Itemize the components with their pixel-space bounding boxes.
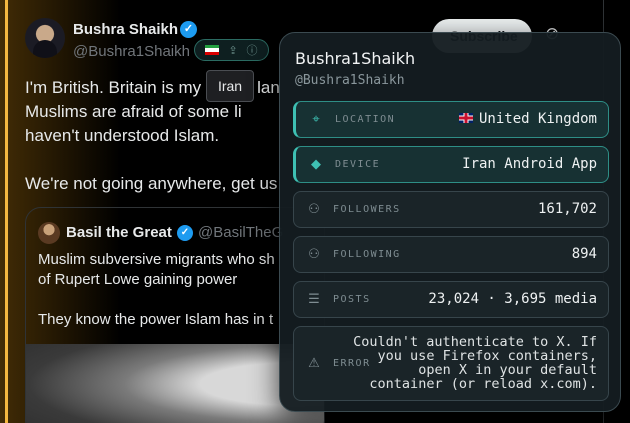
row-label: FOLLOWERS: [333, 204, 401, 215]
row-value: 23,024 · 3,695 media: [428, 291, 597, 307]
card-handle: @Bushra1Shaikh: [295, 73, 405, 88]
posts-row: ☰ POSTS 23,024 · 3,695 media: [293, 281, 609, 318]
users-icon: ⚇: [308, 202, 320, 217]
author-name[interactable]: Bushra Shaikh: [73, 21, 178, 38]
error-row: ⚠ ERROR Couldn't authenticate to X. If y…: [293, 326, 609, 401]
followers-row: ⚇ FOLLOWERS 161,702: [293, 191, 609, 228]
uk-flag-icon: [458, 113, 473, 123]
row-value: United Kingdom: [458, 111, 597, 127]
highlight-bar: [5, 0, 8, 423]
tweet-line: We're not going anywhere, get us: [25, 174, 278, 193]
list-icon: ☰: [308, 292, 320, 307]
verified-badge-icon: ✓: [177, 225, 193, 241]
row-label: LOCATION: [335, 114, 396, 125]
warning-icon: ⚠: [308, 356, 320, 371]
android-icon: ◆: [311, 157, 321, 172]
share-icon[interactable]: ⇪: [228, 44, 237, 57]
row-label: POSTS: [333, 294, 371, 305]
account-info-pill[interactable]: ⇪ ⓘ: [194, 39, 269, 61]
following-row: ⚇ FOLLOWING 894: [293, 236, 609, 273]
account-info-card: Bushra1Shaikh @Bushra1Shaikh ⌖ LOCATION …: [279, 32, 621, 412]
tweet-line: Muslims are afraid of some: [25, 102, 230, 121]
author-handle[interactable]: @Bushra1Shaikh: [73, 43, 190, 60]
tweet-line-tail: lan: [257, 78, 280, 97]
tweet-text: I'm British. Britain is my lan Muslims ar…: [25, 76, 295, 196]
quote-author-handle[interactable]: @BasilTheG: [198, 224, 283, 241]
quote-author-avatar[interactable]: [38, 222, 60, 244]
map-pin-icon: ⌖: [312, 112, 320, 127]
tweet-line: I'm British. Britain is my: [25, 78, 202, 97]
quote-author-name[interactable]: Basil the Great: [66, 224, 172, 241]
error-message: Couldn't authenticate to X. If you use F…: [353, 334, 597, 392]
iran-flag-icon: [205, 45, 220, 55]
row-value: 894: [571, 246, 597, 262]
row-label: DEVICE: [335, 159, 381, 170]
row-value: Iran Android App: [462, 156, 597, 172]
tweet-line-tail: li: [234, 102, 242, 121]
author-avatar[interactable]: [25, 18, 65, 58]
row-label: FOLLOWING: [333, 249, 401, 260]
device-row: ◆ DEVICE Iran Android App: [293, 146, 609, 183]
row-value: 161,702: [537, 201, 597, 217]
verified-badge-icon: ✓: [180, 21, 197, 38]
card-display-name: Bushra1Shaikh: [295, 49, 416, 68]
users-icon: ⚇: [308, 247, 320, 262]
location-row: ⌖ LOCATION United Kingdom: [293, 101, 609, 138]
info-icon[interactable]: ⓘ: [247, 42, 258, 58]
tweet-line: haven't understood Islam.: [25, 126, 220, 145]
